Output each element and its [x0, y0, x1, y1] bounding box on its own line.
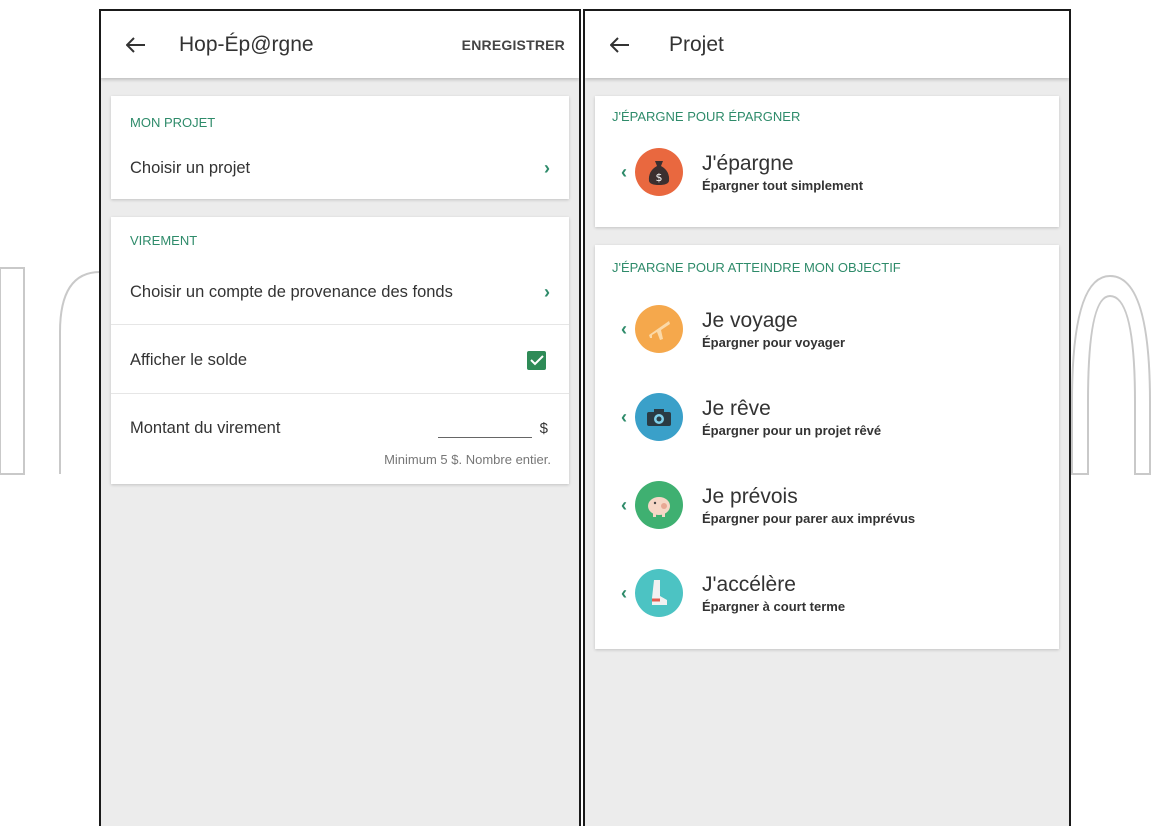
option-title: Je rêve: [702, 396, 771, 420]
section-title-objectif: J'ÉPARGNE POUR ATTEINDRE MON OBJECTIF: [612, 260, 901, 275]
save-button[interactable]: ENREGISTRER: [462, 37, 565, 53]
money-bag-icon: $: [635, 148, 683, 196]
currency-symbol: $: [539, 419, 548, 437]
back-arrow-icon[interactable]: [607, 32, 633, 58]
svg-text:$: $: [656, 171, 663, 184]
chevron-right-icon: ›: [544, 281, 550, 302]
divider: [111, 324, 569, 325]
amount-input[interactable]: [437, 436, 532, 438]
chevron-left-icon: ‹: [621, 161, 627, 182]
amount-hint: Minimum 5 $. Nombre entier.: [384, 452, 551, 467]
project-option-voyage[interactable]: ‹ Je voyage Épargner pour voyager: [595, 289, 1059, 369]
amount-row: Montant du virement $: [111, 411, 569, 445]
option-subtitle: Épargner pour un projet rêvé: [702, 422, 882, 438]
project-option-reve[interactable]: ‹ Je rêve Épargner pour un projet rêvé: [595, 377, 1059, 457]
app-bar: Hop-Ép@rgne ENREGISTRER: [101, 11, 579, 78]
project-card: MON PROJET Choisir un projet ›: [111, 96, 569, 199]
option-title: Je prévois: [702, 484, 798, 508]
choose-project-row[interactable]: Choisir un projet ›: [111, 152, 569, 184]
project-option-prevois[interactable]: ‹ Je prévois Épargner pour parer aux imp…: [595, 465, 1059, 545]
project-option-accelere[interactable]: ‹ J'accélère Épargner à court terme: [595, 553, 1059, 633]
show-balance-row[interactable]: Afficher le solde: [111, 343, 569, 377]
right-screen: Projet J'ÉPARGNE POUR ÉPARGNER ‹ $ J'épa…: [583, 9, 1071, 826]
savings-card: J'ÉPARGNE POUR ÉPARGNER ‹ $ J'épargne Ép…: [595, 96, 1059, 227]
option-subtitle: Épargner pour parer aux imprévus: [702, 510, 916, 526]
page-title: Projet: [669, 32, 724, 56]
project-option-jepargne[interactable]: ‹ $ J'épargne Épargner tout simplement: [595, 132, 1059, 212]
choose-project-label: Choisir un projet: [130, 158, 251, 177]
piggy-bank-icon: [635, 481, 683, 529]
divider: [111, 393, 569, 394]
chevron-left-icon: ‹: [621, 318, 627, 339]
choose-account-label: Choisir un compte de provenance des fond…: [130, 282, 453, 301]
chevron-right-icon: ›: [544, 157, 550, 178]
show-balance-label: Afficher le solde: [130, 350, 248, 369]
option-title: J'accélère: [702, 572, 796, 596]
check-icon: [529, 355, 544, 366]
chevron-left-icon: ‹: [621, 406, 627, 427]
section-title-epargner: J'ÉPARGNE POUR ÉPARGNER: [612, 109, 801, 124]
page-title: Hop-Ép@rgne: [179, 32, 314, 56]
running-shoe-icon: [635, 569, 683, 617]
transfer-card: VIREMENT Choisir un compte de provenance…: [111, 217, 569, 484]
amount-label: Montant du virement: [130, 418, 281, 437]
show-balance-checkbox[interactable]: [527, 350, 546, 370]
option-subtitle: Épargner à court terme: [702, 598, 846, 614]
camera-icon: [635, 393, 683, 441]
app-bar: Projet: [585, 11, 1069, 78]
option-title: J'épargne: [702, 151, 794, 175]
goal-card: J'ÉPARGNE POUR ATTEINDRE MON OBJECTIF ‹ …: [595, 245, 1059, 649]
choose-account-row[interactable]: Choisir un compte de provenance des fond…: [111, 275, 569, 309]
chevron-left-icon: ‹: [621, 494, 627, 515]
chevron-left-icon: ‹: [621, 582, 627, 603]
section-title-virement: VIREMENT: [130, 233, 198, 248]
option-title: Je voyage: [702, 308, 798, 332]
option-subtitle: Épargner tout simplement: [702, 177, 864, 193]
airplane-icon: [635, 305, 683, 353]
section-title-projet: MON PROJET: [130, 115, 216, 130]
back-arrow-icon[interactable]: [123, 32, 149, 58]
left-screen: Hop-Ép@rgne ENREGISTRER MON PROJET Chois…: [99, 9, 581, 826]
option-subtitle: Épargner pour voyager: [702, 334, 846, 350]
